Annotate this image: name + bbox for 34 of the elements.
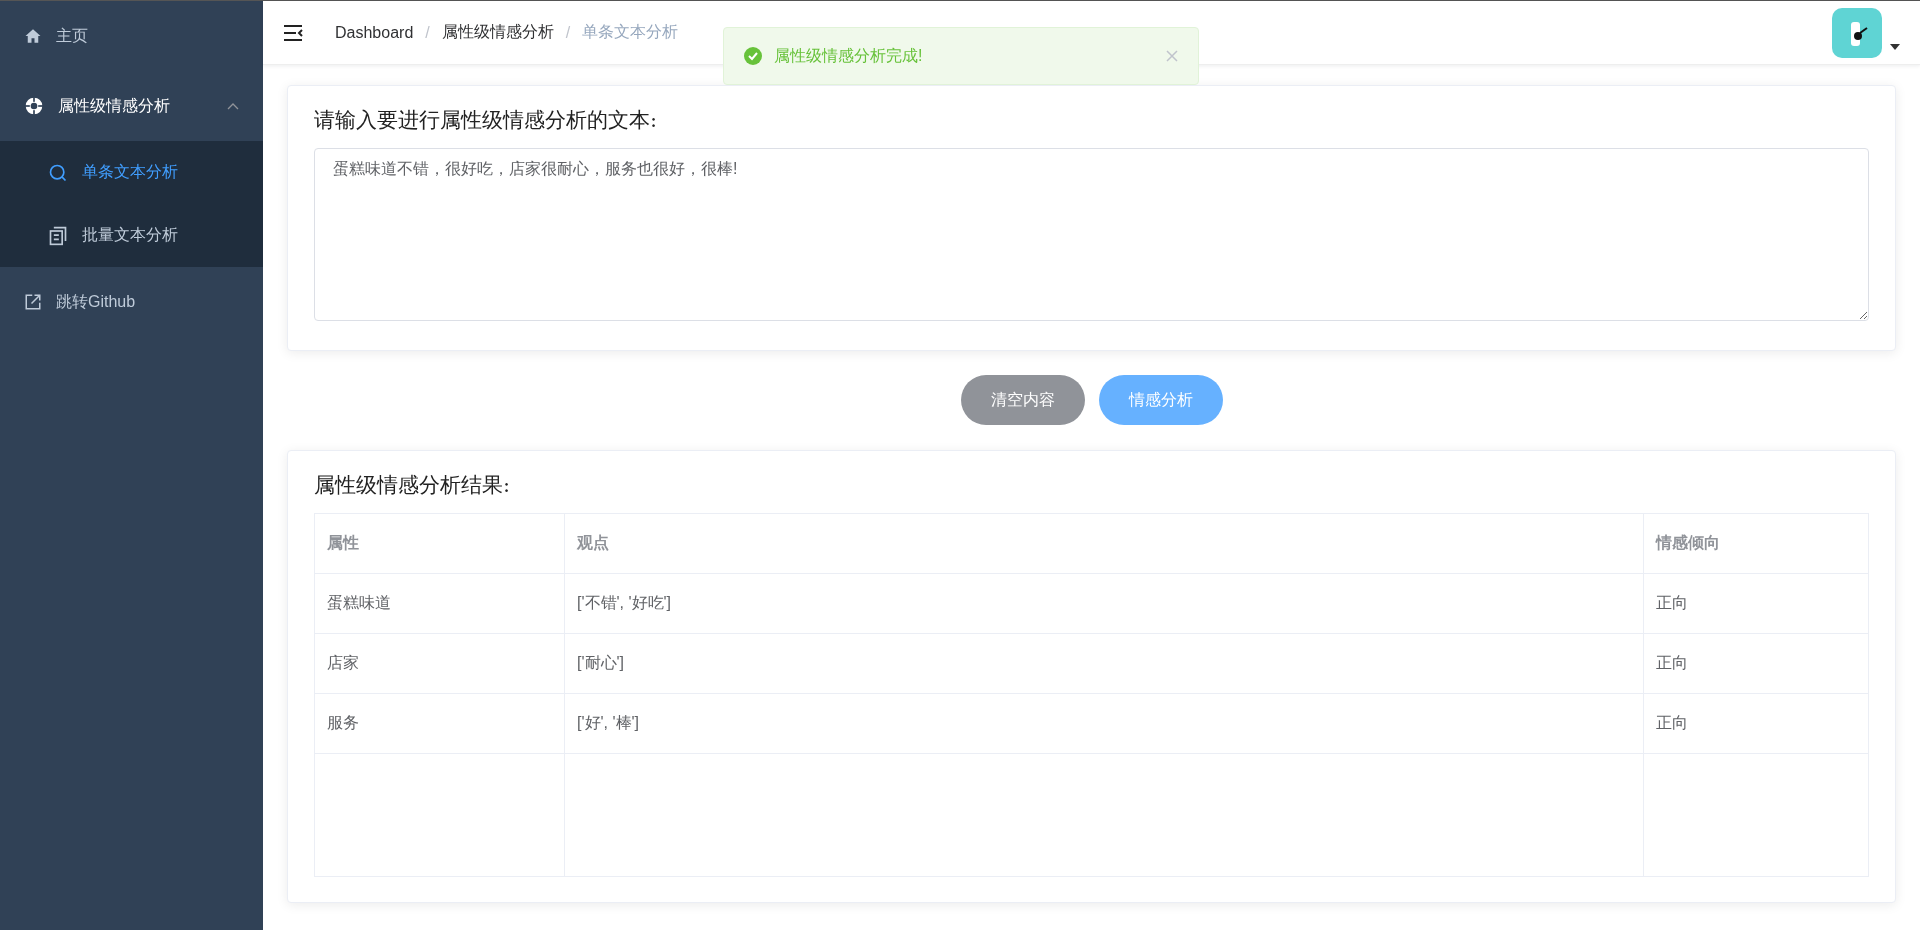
search-icon: [48, 162, 68, 183]
text-input-field[interactable]: 蛋糕味道不错，很好吃，店家很耐心，服务也很好，很棒!: [314, 148, 1869, 321]
table-cell: ['好', '棒']: [564, 693, 1644, 754]
toast-message: 属性级情感分析完成!: [774, 45, 924, 66]
table-cell: 正向: [1643, 573, 1869, 634]
table-cell: 服务: [314, 693, 565, 754]
breadcrumb-item[interactable]: Dashboard: [335, 23, 414, 42]
external-link-icon: [24, 293, 42, 311]
column-header: 情感倾向: [1643, 513, 1869, 574]
document-icon: [48, 225, 68, 246]
table-cell: 店家: [314, 633, 565, 694]
target-icon: [24, 96, 44, 116]
breadcrumb-separator: /: [565, 23, 571, 42]
table-cell: 正向: [1643, 633, 1869, 694]
breadcrumb-item[interactable]: 属性级情感分析: [441, 22, 554, 43]
chevron-icon: [227, 102, 239, 110]
home-icon: [24, 27, 42, 45]
avatar[interactable]: [1832, 7, 1882, 58]
menu-icon[interactable]: [283, 23, 303, 42]
sidebar-group[interactable]: 属性级情感分析: [0, 71, 263, 141]
caret-icon[interactable]: [1890, 43, 1900, 50]
card-title: 属性级情感分析结果:: [314, 472, 512, 499]
table-cell: ['不错', '好吃']: [564, 573, 1644, 634]
sidebar-item[interactable]: 主页: [0, 1, 263, 71]
table-cell: 蛋糕味道: [314, 573, 565, 634]
card-title: 请输入要进行属性级情感分析的文本:: [314, 107, 659, 134]
table-cell: ['耐心']: [564, 633, 1644, 694]
sidebar-item[interactable]: 跳转Github: [0, 267, 263, 337]
breadcrumb-separator: /: [425, 23, 430, 42]
table-cell: 正向: [1643, 693, 1869, 754]
column-header: 属性: [314, 513, 565, 574]
breadcrumb-item: 单条文本分析: [582, 22, 679, 42]
check-circle-icon: [744, 47, 762, 65]
column-header: 观点: [564, 513, 1644, 574]
